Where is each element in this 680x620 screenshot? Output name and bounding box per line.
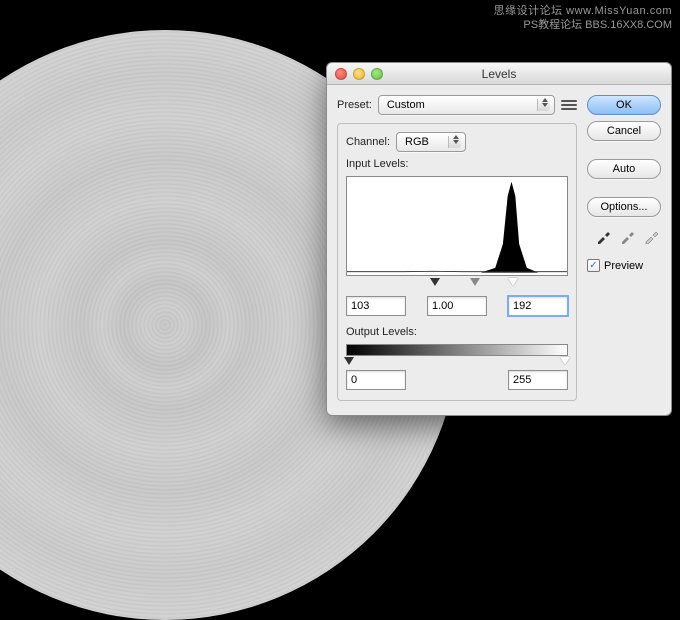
watermark: 思缘设计论坛 www.MissYuan.com PS教程论坛 BBS.16XX8… bbox=[494, 4, 672, 33]
auto-button[interactable]: Auto bbox=[587, 159, 661, 179]
gray-eyedropper-icon[interactable] bbox=[619, 227, 637, 245]
midtone-slider[interactable] bbox=[470, 278, 480, 286]
preset-menu-icon[interactable] bbox=[561, 97, 577, 113]
preview-label: Preview bbox=[604, 260, 643, 272]
output-low-input[interactable]: 0 bbox=[346, 370, 406, 390]
output-low-slider[interactable] bbox=[344, 357, 354, 365]
channel-label: Channel: bbox=[346, 136, 390, 148]
preset-value: Custom bbox=[387, 99, 425, 111]
channel-select[interactable]: RGB bbox=[396, 132, 466, 152]
preset-select[interactable]: Custom bbox=[378, 95, 555, 115]
checkbox-icon: ✓ bbox=[587, 259, 600, 272]
output-levels-label: Output Levels: bbox=[346, 326, 568, 338]
black-eyedropper-icon[interactable] bbox=[595, 227, 613, 245]
dialog-titlebar[interactable]: Levels bbox=[327, 63, 671, 85]
highlight-slider[interactable] bbox=[508, 278, 518, 286]
output-high-slider[interactable] bbox=[560, 357, 570, 365]
preview-checkbox[interactable]: ✓ Preview bbox=[587, 259, 661, 272]
ok-button[interactable]: OK bbox=[587, 95, 661, 115]
highlight-input[interactable]: 192 bbox=[508, 296, 568, 316]
close-icon[interactable] bbox=[335, 68, 347, 80]
histogram bbox=[346, 176, 568, 276]
output-gradient[interactable] bbox=[346, 344, 568, 356]
levels-group: Channel: RGB Input Levels: bbox=[337, 123, 577, 401]
zoom-icon[interactable] bbox=[371, 68, 383, 80]
options-button[interactable]: Options... bbox=[587, 197, 661, 217]
input-levels-label: Input Levels: bbox=[346, 158, 568, 170]
shadow-input[interactable]: 103 bbox=[346, 296, 406, 316]
minimize-icon[interactable] bbox=[353, 68, 365, 80]
channel-value: RGB bbox=[405, 136, 429, 148]
levels-dialog: Levels Preset: Custom Channel: RGB bbox=[326, 62, 672, 416]
output-high-input[interactable]: 255 bbox=[508, 370, 568, 390]
preset-label: Preset: bbox=[337, 99, 372, 111]
input-slider-track[interactable] bbox=[346, 278, 568, 292]
cancel-button[interactable]: Cancel bbox=[587, 121, 661, 141]
white-eyedropper-icon[interactable] bbox=[643, 227, 661, 245]
shadow-slider[interactable] bbox=[430, 278, 440, 286]
midtone-input[interactable]: 1.00 bbox=[427, 296, 487, 316]
